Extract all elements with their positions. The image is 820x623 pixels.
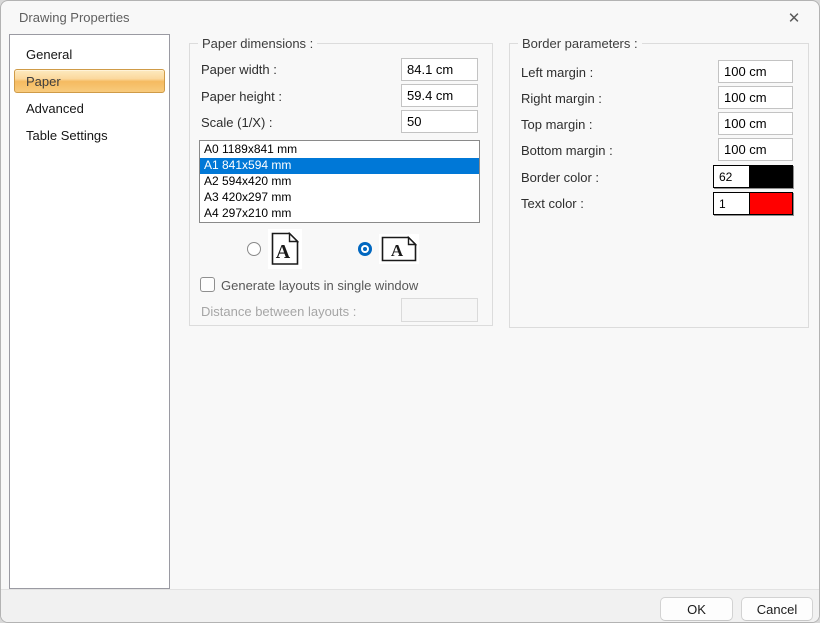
top-margin-label: Top margin : <box>521 117 593 132</box>
border-color-label: Border color : <box>521 170 599 185</box>
title-bar: Drawing Properties ✕ <box>1 1 819 34</box>
text-color-swatch[interactable] <box>750 193 792 214</box>
drawing-properties-dialog: Drawing Properties ✕ General Paper Advan… <box>0 0 820 623</box>
paper-size-option[interactable]: A2 594x420 mm <box>200 174 479 190</box>
distance-input <box>401 298 478 322</box>
scale-label: Scale (1/X) : <box>201 115 273 130</box>
landscape-page-icon[interactable]: A <box>379 234 419 264</box>
cancel-button[interactable]: Cancel <box>741 597 813 621</box>
close-icon[interactable]: ✕ <box>779 5 809 31</box>
paper-size-listbox[interactable]: A0 1189x841 mm A1 841x594 mm A2 594x420 … <box>199 140 480 223</box>
border-color-index[interactable]: 62 <box>714 166 750 187</box>
text-color-picker[interactable]: 1 <box>713 192 793 215</box>
paper-height-input[interactable] <box>401 84 478 107</box>
portrait-radio[interactable] <box>247 242 261 256</box>
category-sidebar: General Paper Advanced Table Settings <box>9 34 170 589</box>
sidebar-item-paper[interactable]: Paper <box>14 69 165 93</box>
right-margin-label: Right margin : <box>521 91 602 106</box>
scale-input[interactable] <box>401 110 478 133</box>
generate-layouts-checkbox[interactable] <box>200 277 215 292</box>
dialog-footer: OK Cancel <box>1 589 819 623</box>
group-title: Paper dimensions : <box>198 36 317 51</box>
portrait-page-icon[interactable]: A <box>268 229 302 269</box>
paper-height-label: Paper height : <box>201 89 282 104</box>
distance-label: Distance between layouts : <box>201 304 356 319</box>
paper-size-option[interactable]: A4 297x210 mm <box>200 206 479 222</box>
border-color-swatch[interactable] <box>750 166 792 187</box>
left-margin-input[interactable] <box>718 60 793 83</box>
group-title: Border parameters : <box>518 36 642 51</box>
paper-size-option[interactable]: A0 1189x841 mm <box>200 142 479 158</box>
sidebar-item-advanced[interactable]: Advanced <box>14 96 165 120</box>
paper-width-label: Paper width : <box>201 62 277 77</box>
paper-size-option[interactable]: A1 841x594 mm <box>200 158 479 174</box>
paper-size-option[interactable]: A3 420x297 mm <box>200 190 479 206</box>
left-margin-label: Left margin : <box>521 65 593 80</box>
dialog-title: Drawing Properties <box>19 10 130 25</box>
svg-text:A: A <box>391 241 404 260</box>
sidebar-item-table-settings[interactable]: Table Settings <box>14 123 165 147</box>
top-margin-input[interactable] <box>718 112 793 135</box>
landscape-radio[interactable] <box>358 242 372 256</box>
ok-button[interactable]: OK <box>660 597 733 621</box>
generate-layouts-label: Generate layouts in single window <box>221 278 418 293</box>
paper-dimensions-group: Paper dimensions : Paper width : Paper h… <box>189 43 493 326</box>
bottom-margin-label: Bottom margin : <box>521 143 613 158</box>
bottom-margin-input[interactable] <box>718 138 793 161</box>
right-margin-input[interactable] <box>718 86 793 109</box>
text-color-label: Text color : <box>521 196 584 211</box>
paper-width-input[interactable] <box>401 58 478 81</box>
svg-text:A: A <box>276 241 291 263</box>
sidebar-item-general[interactable]: General <box>14 42 165 66</box>
text-color-index[interactable]: 1 <box>714 193 750 214</box>
border-parameters-group: Border parameters : Left margin : Right … <box>509 43 809 328</box>
border-color-picker[interactable]: 62 <box>713 165 793 188</box>
